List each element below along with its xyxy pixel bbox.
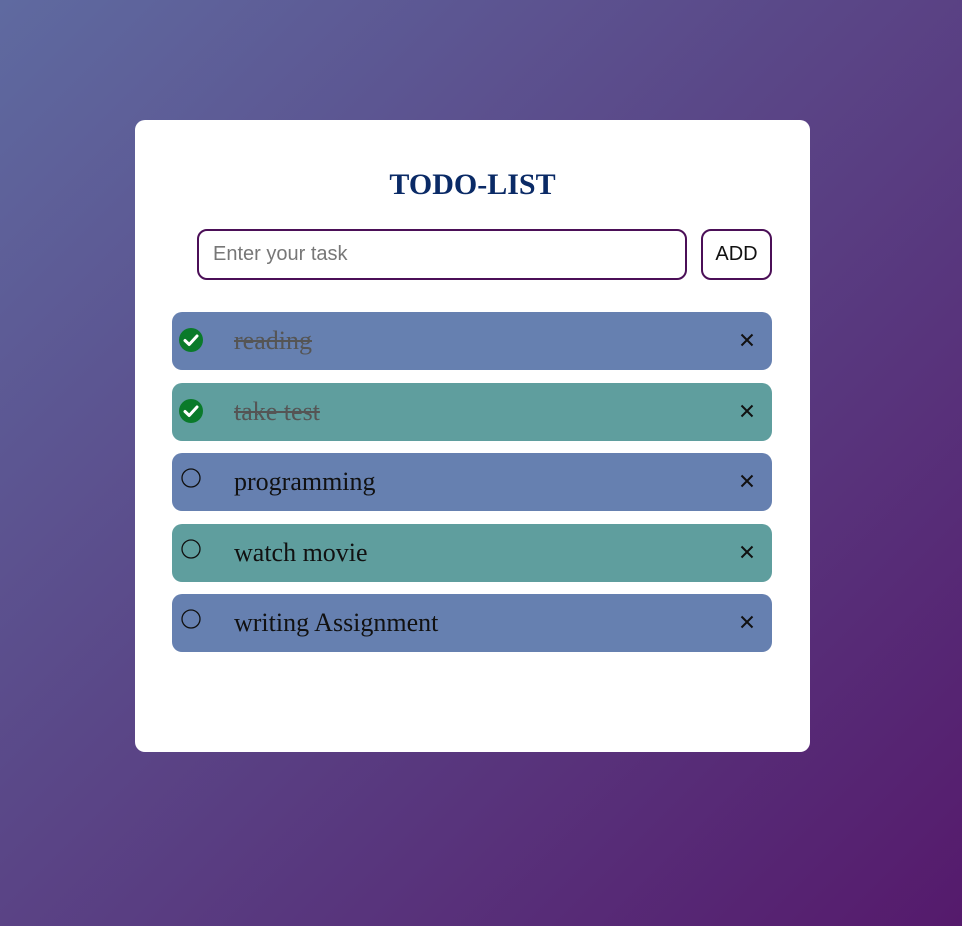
todo-card: TODO-LIST ADD reading bbox=[135, 120, 810, 752]
task-item[interactable]: take test bbox=[172, 382, 772, 441]
task-label: watch movie bbox=[234, 537, 368, 567]
task-item[interactable]: programming bbox=[172, 453, 772, 511]
task-item[interactable]: watch movie bbox=[172, 523, 772, 582]
task-item[interactable]: writing Assignment bbox=[172, 594, 772, 652]
empty-circle-icon[interactable] bbox=[178, 609, 204, 635]
task-label: reading bbox=[234, 326, 312, 355]
task-label: take test bbox=[234, 396, 320, 426]
page-title: TODO-LIST bbox=[389, 168, 556, 201]
empty-circle-icon[interactable] bbox=[178, 538, 204, 565]
close-icon[interactable] bbox=[740, 615, 754, 629]
check-circle-icon[interactable] bbox=[178, 398, 204, 424]
close-icon[interactable] bbox=[740, 545, 754, 559]
task-label: writing Assignment bbox=[234, 608, 439, 637]
check-circle-icon[interactable] bbox=[178, 327, 204, 353]
close-icon[interactable] bbox=[740, 333, 754, 347]
task-list: reading take test programming watch movi… bbox=[172, 312, 772, 665]
close-icon[interactable] bbox=[740, 474, 754, 488]
close-icon[interactable] bbox=[740, 404, 754, 418]
task-label: programming bbox=[234, 467, 376, 496]
task-item[interactable]: reading bbox=[172, 312, 772, 370]
empty-circle-icon[interactable] bbox=[178, 468, 204, 494]
add-button[interactable]: ADD bbox=[701, 229, 772, 280]
task-input[interactable] bbox=[197, 229, 687, 280]
